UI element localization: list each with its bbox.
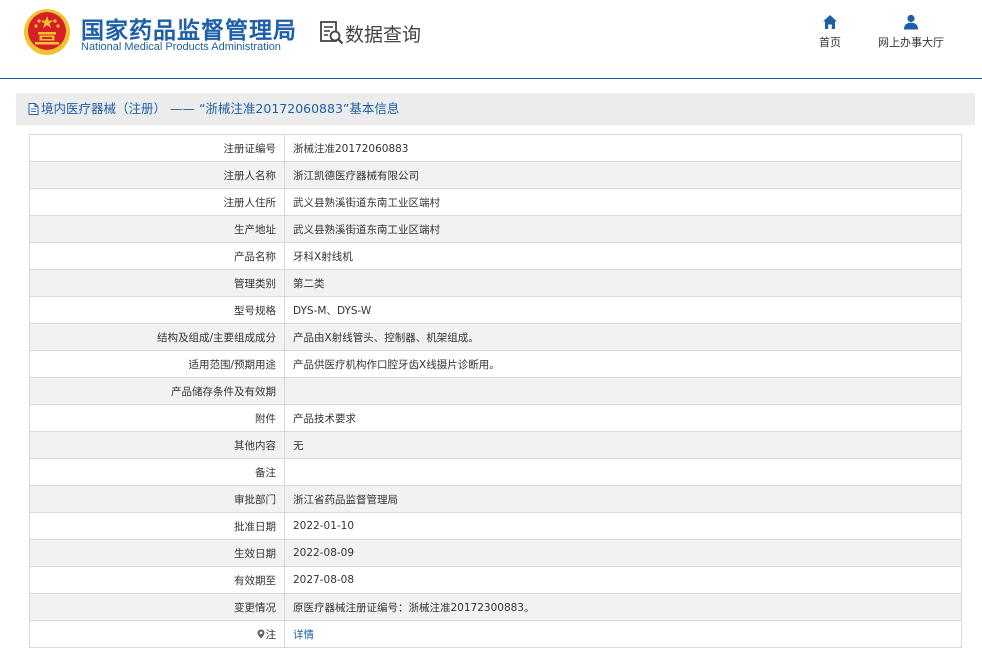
home-icon (823, 15, 837, 29)
table-row: 备注 (29, 458, 962, 486)
field-label: 产品储存条件及有效期 (29, 377, 285, 405)
field-value: 2022-08-09 (284, 539, 962, 567)
table-row: 变更情况 原医疗器械注册证编号：浙械注准20172300883。 (29, 593, 962, 621)
field-value (284, 458, 962, 486)
field-label: 生效日期 (29, 539, 285, 567)
field-value: 浙械注准20172060883 (284, 134, 962, 162)
table-row: 注册证编号 浙械注准20172060883 (29, 134, 962, 162)
table-row: 适用范围/预期用途 产品供医疗机构作口腔牙齿X线摄片诊断用。 (29, 350, 962, 378)
table-row: 生产地址 武义县熟溪街道东南工业区端村 (29, 215, 962, 243)
field-value: 浙江省药品监督管理局 (284, 485, 962, 513)
field-value (284, 377, 962, 405)
field-label: 注册人住所 (29, 188, 285, 216)
field-label: 管理类别 (29, 269, 285, 297)
field-value: 武义县熟溪街道东南工业区端村 (284, 215, 962, 243)
field-value: DYS-M、DYS-W (284, 296, 962, 324)
field-value: 产品由X射线管头、控制器、机架组成。 (284, 323, 962, 351)
field-value: 第二类 (284, 269, 962, 297)
national-emblem-logo[interactable] (23, 8, 71, 56)
table-row: 有效期至 2027-08-08 (29, 566, 962, 594)
field-label: 生产地址 (29, 215, 285, 243)
field-label: 审批部门 (29, 485, 285, 513)
field-label: 产品名称 (29, 242, 285, 270)
nav-online-service-hall[interactable]: 网上办事大厅 (868, 14, 954, 50)
table-row: 管理类别 第二类 (29, 269, 962, 297)
agency-name-en: National Medical Products Administration (81, 41, 281, 53)
field-value: 武义县熟溪街道东南工业区端村 (284, 188, 962, 216)
field-value: 产品供医疗机构作口腔牙齿X线摄片诊断用。 (284, 350, 962, 378)
field-label: 有效期至 (29, 566, 285, 594)
field-label: 结构及组成/主要组成成分 (29, 323, 285, 351)
field-value: 原医疗器械注册证编号：浙械注准20172300883。 (284, 593, 962, 621)
nav-home[interactable]: 首页 (812, 14, 848, 50)
site-header: 国家药品监督管理局 National Medical Products Admi… (0, 0, 982, 79)
details-link[interactable]: 详情 (293, 629, 314, 641)
table-row: 批准日期 2022-01-10 (29, 512, 962, 540)
field-label: 注册证编号 (29, 134, 285, 162)
page-title: 数据查询 (345, 24, 422, 46)
note-label: 注 (265, 628, 277, 641)
user-icon (904, 14, 918, 30)
table-row: 附件 产品技术要求 (29, 404, 962, 432)
registration-info-table: 注册证编号 浙械注准20172060883 注册人名称 浙江凯德医疗器械有限公司 注册人… (29, 134, 962, 648)
field-label: 附件 (29, 404, 285, 432)
table-row: 型号规格 DYS-M、DYS-W (29, 296, 962, 324)
field-label: 批准日期 (29, 512, 285, 540)
agency-name-cn: 国家药品监督管理局 (81, 18, 297, 44)
data-query-icon (320, 21, 344, 45)
detail-panel: 境内医疗器械（注册） —— “浙械注准20172060883”基本信息 注册证编… (16, 93, 975, 661)
nav-home-label: 首页 (819, 36, 841, 49)
field-value: 产品技术要求 (284, 404, 962, 432)
field-value: 2022-01-10 (284, 512, 962, 540)
table-row: 注册人名称 浙江凯德医疗器械有限公司 (29, 161, 962, 189)
field-label: 注 (29, 620, 285, 648)
field-label: 适用范围/预期用途 (29, 350, 285, 378)
table-row: 生效日期 2022-08-09 (29, 539, 962, 567)
panel-header: 境内医疗器械（注册） —— “浙械注准20172060883”基本信息 (16, 93, 975, 125)
table-row: 结构及组成/主要组成成分 产品由X射线管头、控制器、机架组成。 (29, 323, 962, 351)
document-icon (28, 103, 39, 115)
table-row: 产品名称 牙科X射线机 (29, 242, 962, 270)
table-row: 产品储存条件及有效期 (29, 377, 962, 405)
field-label: 型号规格 (29, 296, 285, 324)
field-value: 详情 (284, 620, 962, 648)
panel-title: 境内医疗器械（注册） —— “浙械注准20172060883”基本信息 (41, 101, 400, 116)
table-row: 其他内容无 (29, 431, 962, 459)
field-value: 牙科X射线机 (284, 242, 962, 270)
table-row: 注 详情 (29, 620, 962, 648)
field-label: 其他内容 (29, 431, 285, 459)
field-value: 2027-08-08 (284, 566, 962, 594)
field-value: 无 (284, 431, 962, 459)
table-row: 注册人住所 武义县熟溪街道东南工业区端村 (29, 188, 962, 216)
nav-hall-label: 网上办事大厅 (878, 36, 944, 49)
table-row: 审批部门 浙江省药品监督管理局 (29, 485, 962, 513)
field-label: 注册人名称 (29, 161, 285, 189)
field-value: 浙江凯德医疗器械有限公司 (284, 161, 962, 189)
pin-icon (257, 629, 264, 638)
panel-body: 注册证编号 浙械注准20172060883 注册人名称 浙江凯德医疗器械有限公司 注册人… (16, 125, 975, 661)
field-label: 变更情况 (29, 593, 285, 621)
field-label: 备注 (29, 458, 285, 486)
